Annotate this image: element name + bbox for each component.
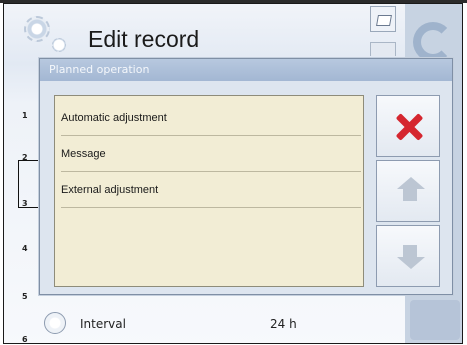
screen-frame	[3, 3, 463, 344]
screen: Edit record 1 2 3 4 5 6 Interval 24 h Pl…	[0, 0, 467, 345]
top-rule	[0, 0, 467, 3]
